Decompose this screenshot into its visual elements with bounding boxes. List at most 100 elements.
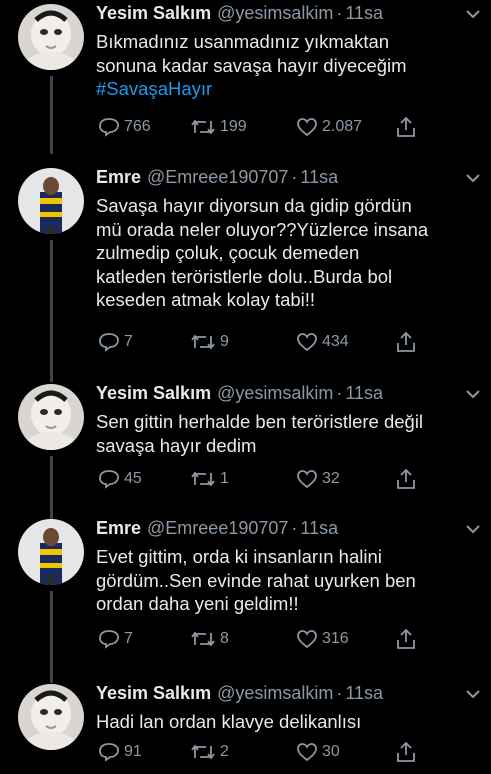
author-handle[interactable]: @yesimsalkim <box>217 682 333 704</box>
author-name[interactable]: Yesim Salkım <box>96 682 211 704</box>
tweet-text-line: Bıkmadınız usanmadınız yıkmaktan <box>96 31 390 52</box>
tweet-text: Sen gittin herhalde ben teröristlere değ… <box>96 410 476 457</box>
like-icon <box>297 333 317 352</box>
avatar-emre[interactable] <box>18 168 84 234</box>
timestamp[interactable]: 11sa <box>345 382 383 404</box>
share-button[interactable] <box>396 741 416 763</box>
tweet[interactable]: Yesim Salkım @yesimsalkim · 11sa Sen git… <box>0 380 491 528</box>
separator: · <box>336 3 343 23</box>
author-handle[interactable]: @Emreee190707 <box>147 517 288 539</box>
share-button[interactable] <box>396 116 416 138</box>
share-button[interactable] <box>396 331 416 353</box>
retweet-icon <box>191 119 215 135</box>
reply-icon <box>99 470 119 489</box>
tweet-text-line: keseden atmak kolay tabi!! <box>96 289 316 310</box>
like-icon <box>297 118 317 137</box>
timestamp[interactable]: 11sa <box>345 2 383 24</box>
caret-down-icon[interactable] <box>465 523 481 535</box>
like-button[interactable]: 434 <box>296 331 349 353</box>
reply-button[interactable]: 91 <box>98 741 142 763</box>
author-handle[interactable]: @yesimsalkim <box>217 382 333 404</box>
tweet-thread: Yesim Salkım @yesimsalkim · 11sa Bıkmadı… <box>0 0 491 774</box>
like-count: 30 <box>322 743 340 760</box>
like-icon <box>297 470 317 489</box>
author-name[interactable]: Yesim Salkım <box>96 2 211 24</box>
tweet[interactable]: Emre @Emreee190707 · 11sa Evet gittim, o… <box>0 515 491 683</box>
caret-down-icon[interactable] <box>465 388 481 400</box>
like-button[interactable]: 2.087 <box>296 116 362 138</box>
retweet-count: 9 <box>220 333 229 350</box>
like-count: 32 <box>322 470 340 487</box>
reply-count: 7 <box>124 333 133 350</box>
like-button[interactable]: 32 <box>296 468 340 490</box>
tweet-text-line: Sen gittin herhalde ben teröristlere değ… <box>96 411 424 432</box>
author-handle[interactable]: @Emreee190707 <box>147 166 288 188</box>
author-name[interactable]: Emre <box>96 166 141 188</box>
share-icon <box>397 628 415 649</box>
retweet-button[interactable]: 9 <box>190 331 229 353</box>
separator: · <box>336 383 343 403</box>
reply-icon <box>99 333 119 352</box>
reply-count: 766 <box>124 118 151 135</box>
tweet-text-line: ordan daha yeni geldim!! <box>96 593 299 614</box>
tweet[interactable]: Yesim Salkım @yesimsalkim · 11sa Hadi la… <box>0 680 491 774</box>
retweet-icon <box>191 631 215 647</box>
share-icon <box>397 741 415 762</box>
tweet-text: Hadi lan ordan klavye delikanlısı <box>96 710 476 734</box>
like-icon <box>297 743 317 762</box>
tweet[interactable]: Emre @Emreee190707 · 11sa Savaşa hayır d… <box>0 164 491 382</box>
share-button[interactable] <box>396 468 416 490</box>
share-icon <box>397 331 415 352</box>
like-button[interactable]: 30 <box>296 741 340 763</box>
retweet-count: 2 <box>220 743 229 760</box>
tweet[interactable]: Yesim Salkım @yesimsalkim · 11sa Bıkmadı… <box>0 0 491 154</box>
reply-count: 45 <box>124 470 142 487</box>
caret-down-icon[interactable] <box>465 688 481 700</box>
tweet-text-line: katleden teröristlerle dolu..Burda bol <box>96 265 393 287</box>
tweet-text-line: sonuna kadar savaşa hayır diyeceğim <box>96 54 407 76</box>
reply-icon <box>99 118 119 137</box>
avatar-emre[interactable] <box>18 519 84 585</box>
reply-icon <box>99 743 119 762</box>
reply-count: 7 <box>124 630 133 647</box>
like-count: 316 <box>322 630 349 647</box>
share-icon <box>397 116 415 137</box>
retweet-count: 199 <box>220 118 247 135</box>
share-icon <box>397 468 415 489</box>
timestamp[interactable]: 11sa <box>345 682 383 704</box>
timestamp[interactable]: 11sa <box>300 517 338 539</box>
avatar-yesim[interactable] <box>18 684 84 750</box>
timestamp[interactable]: 11sa <box>300 166 338 188</box>
reply-button[interactable]: 45 <box>98 468 142 490</box>
tweet-text-line: Savaşa hayır diyorsun da gidip gördün <box>96 195 412 216</box>
reply-button[interactable]: 766 <box>98 116 151 138</box>
tweet-text: Bıkmadınız usanmadınız yıkmaktan sonuna … <box>96 30 476 101</box>
author-handle[interactable]: @yesimsalkim <box>217 2 333 24</box>
reply-button[interactable]: 7 <box>98 628 133 650</box>
retweet-button[interactable]: 1 <box>190 468 229 490</box>
author-name[interactable]: Emre <box>96 517 141 539</box>
reply-button[interactable]: 7 <box>98 331 133 353</box>
tweet-text-line: zulmedip çoluk, çocuk demeden <box>96 242 360 263</box>
share-button[interactable] <box>396 628 416 650</box>
like-icon <box>297 630 317 649</box>
retweet-button[interactable]: 199 <box>190 116 247 138</box>
like-count: 2.087 <box>322 118 363 135</box>
retweet-icon <box>191 471 215 487</box>
retweet-button[interactable]: 2 <box>190 741 229 763</box>
avatar-yesim[interactable] <box>18 4 84 70</box>
reply-count: 91 <box>124 743 142 760</box>
caret-down-icon[interactable] <box>465 8 481 20</box>
tweet-text-line: Hadi lan ordan klavye delikanlısı <box>96 711 362 732</box>
tweet-text-line: Evet gittim, orda ki insanların halini <box>96 546 382 567</box>
avatar-yesim[interactable] <box>18 384 84 450</box>
retweet-button[interactable]: 8 <box>190 628 229 650</box>
hashtag-link[interactable]: #SavaşaHayır <box>96 77 476 101</box>
separator: · <box>336 683 343 703</box>
like-button[interactable]: 316 <box>296 628 349 650</box>
caret-down-icon[interactable] <box>465 172 481 184</box>
tweet-text: Savaşa hayır diyorsun da gidip gördün mü… <box>96 194 476 312</box>
retweet-count: 1 <box>220 470 229 487</box>
retweet-icon <box>191 744 215 760</box>
author-name[interactable]: Yesim Salkım <box>96 382 211 404</box>
